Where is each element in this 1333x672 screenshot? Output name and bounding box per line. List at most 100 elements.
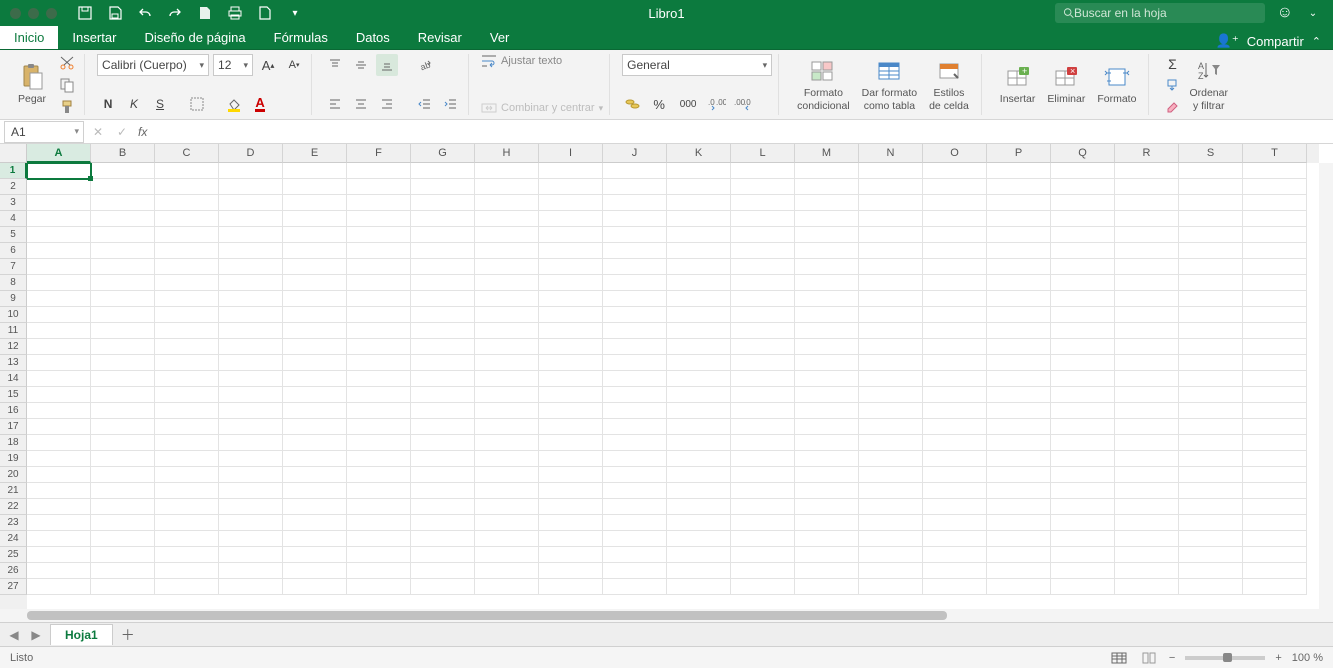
cell[interactable] xyxy=(859,483,923,499)
cell[interactable] xyxy=(155,531,219,547)
cell[interactable] xyxy=(347,291,411,307)
cell[interactable] xyxy=(859,179,923,195)
cell[interactable] xyxy=(1243,467,1307,483)
cell[interactable] xyxy=(603,291,667,307)
cell[interactable] xyxy=(539,403,603,419)
cell[interactable] xyxy=(283,291,347,307)
horizontal-scrollbar[interactable] xyxy=(0,609,1333,622)
cell[interactable] xyxy=(1051,227,1115,243)
cell[interactable] xyxy=(731,275,795,291)
cell[interactable] xyxy=(539,243,603,259)
cell[interactable] xyxy=(155,355,219,371)
cell[interactable] xyxy=(667,195,731,211)
underline-button[interactable]: S xyxy=(149,93,171,115)
tab-diseno[interactable]: Diseño de página xyxy=(130,26,259,49)
cell[interactable] xyxy=(603,435,667,451)
cell[interactable] xyxy=(731,419,795,435)
cell[interactable] xyxy=(923,291,987,307)
cell[interactable] xyxy=(1115,563,1179,579)
cell[interactable] xyxy=(411,403,475,419)
cell[interactable] xyxy=(1051,259,1115,275)
cell[interactable] xyxy=(219,355,283,371)
cell[interactable] xyxy=(859,275,923,291)
cell[interactable] xyxy=(347,419,411,435)
cell[interactable] xyxy=(667,291,731,307)
cell[interactable] xyxy=(667,547,731,563)
cell[interactable] xyxy=(667,179,731,195)
cell[interactable] xyxy=(539,579,603,595)
minimize-window-icon[interactable] xyxy=(28,8,39,19)
next-sheet-button[interactable]: ▶ xyxy=(28,627,44,643)
row-header[interactable]: 11 xyxy=(0,323,27,339)
cell[interactable] xyxy=(155,179,219,195)
cell[interactable] xyxy=(603,307,667,323)
cell[interactable] xyxy=(283,243,347,259)
column-header[interactable]: F xyxy=(347,144,411,163)
cell[interactable] xyxy=(603,323,667,339)
row-header[interactable]: 23 xyxy=(0,515,27,531)
cell[interactable] xyxy=(923,227,987,243)
cell[interactable] xyxy=(1115,483,1179,499)
cell[interactable] xyxy=(859,403,923,419)
row-header[interactable]: 1 xyxy=(0,163,27,179)
increase-font-button[interactable]: A▴ xyxy=(257,54,279,76)
cell[interactable] xyxy=(923,579,987,595)
align-center-button[interactable] xyxy=(350,93,372,115)
cell[interactable] xyxy=(731,579,795,595)
cell[interactable] xyxy=(987,499,1051,515)
cell[interactable] xyxy=(27,387,91,403)
cell[interactable] xyxy=(27,275,91,291)
cell[interactable] xyxy=(219,211,283,227)
cell[interactable] xyxy=(475,163,539,179)
cell[interactable] xyxy=(923,163,987,179)
cell[interactable] xyxy=(987,307,1051,323)
cell[interactable] xyxy=(1051,515,1115,531)
tab-revisar[interactable]: Revisar xyxy=(404,26,476,49)
cell[interactable] xyxy=(923,435,987,451)
row-header[interactable]: 20 xyxy=(0,467,27,483)
cell[interactable] xyxy=(1243,371,1307,387)
cell[interactable] xyxy=(795,179,859,195)
cell[interactable] xyxy=(411,371,475,387)
column-header[interactable]: R xyxy=(1115,144,1179,163)
cell[interactable] xyxy=(731,291,795,307)
bold-button[interactable]: N xyxy=(97,93,119,115)
cell[interactable] xyxy=(795,323,859,339)
cell[interactable] xyxy=(1243,291,1307,307)
cell[interactable] xyxy=(539,195,603,211)
cell[interactable] xyxy=(91,163,155,179)
cell[interactable] xyxy=(923,547,987,563)
cell[interactable] xyxy=(411,451,475,467)
cell[interactable] xyxy=(987,163,1051,179)
cell[interactable] xyxy=(987,515,1051,531)
cell[interactable] xyxy=(795,435,859,451)
cell[interactable] xyxy=(603,163,667,179)
cell[interactable] xyxy=(1051,563,1115,579)
vertical-scrollbar[interactable] xyxy=(1319,163,1333,609)
cell[interactable] xyxy=(27,483,91,499)
print-icon[interactable] xyxy=(227,5,243,21)
search-box[interactable] xyxy=(1055,3,1265,23)
cell[interactable] xyxy=(475,563,539,579)
cell[interactable] xyxy=(27,355,91,371)
cell[interactable] xyxy=(1243,579,1307,595)
cell[interactable] xyxy=(1179,499,1243,515)
cell[interactable] xyxy=(219,387,283,403)
align-middle-button[interactable] xyxy=(350,54,372,76)
cell[interactable] xyxy=(1115,355,1179,371)
column-header[interactable]: M xyxy=(795,144,859,163)
cell[interactable] xyxy=(27,563,91,579)
cell[interactable] xyxy=(539,227,603,243)
cell[interactable] xyxy=(91,451,155,467)
cell[interactable] xyxy=(603,227,667,243)
cell[interactable] xyxy=(603,179,667,195)
column-header[interactable]: H xyxy=(475,144,539,163)
cell[interactable] xyxy=(91,563,155,579)
cell[interactable] xyxy=(219,275,283,291)
row-header[interactable]: 5 xyxy=(0,227,27,243)
cell[interactable] xyxy=(411,291,475,307)
redo-icon[interactable] xyxy=(167,5,183,21)
row-header[interactable]: 13 xyxy=(0,355,27,371)
fx-icon[interactable]: fx xyxy=(138,125,147,139)
cell[interactable] xyxy=(27,547,91,563)
